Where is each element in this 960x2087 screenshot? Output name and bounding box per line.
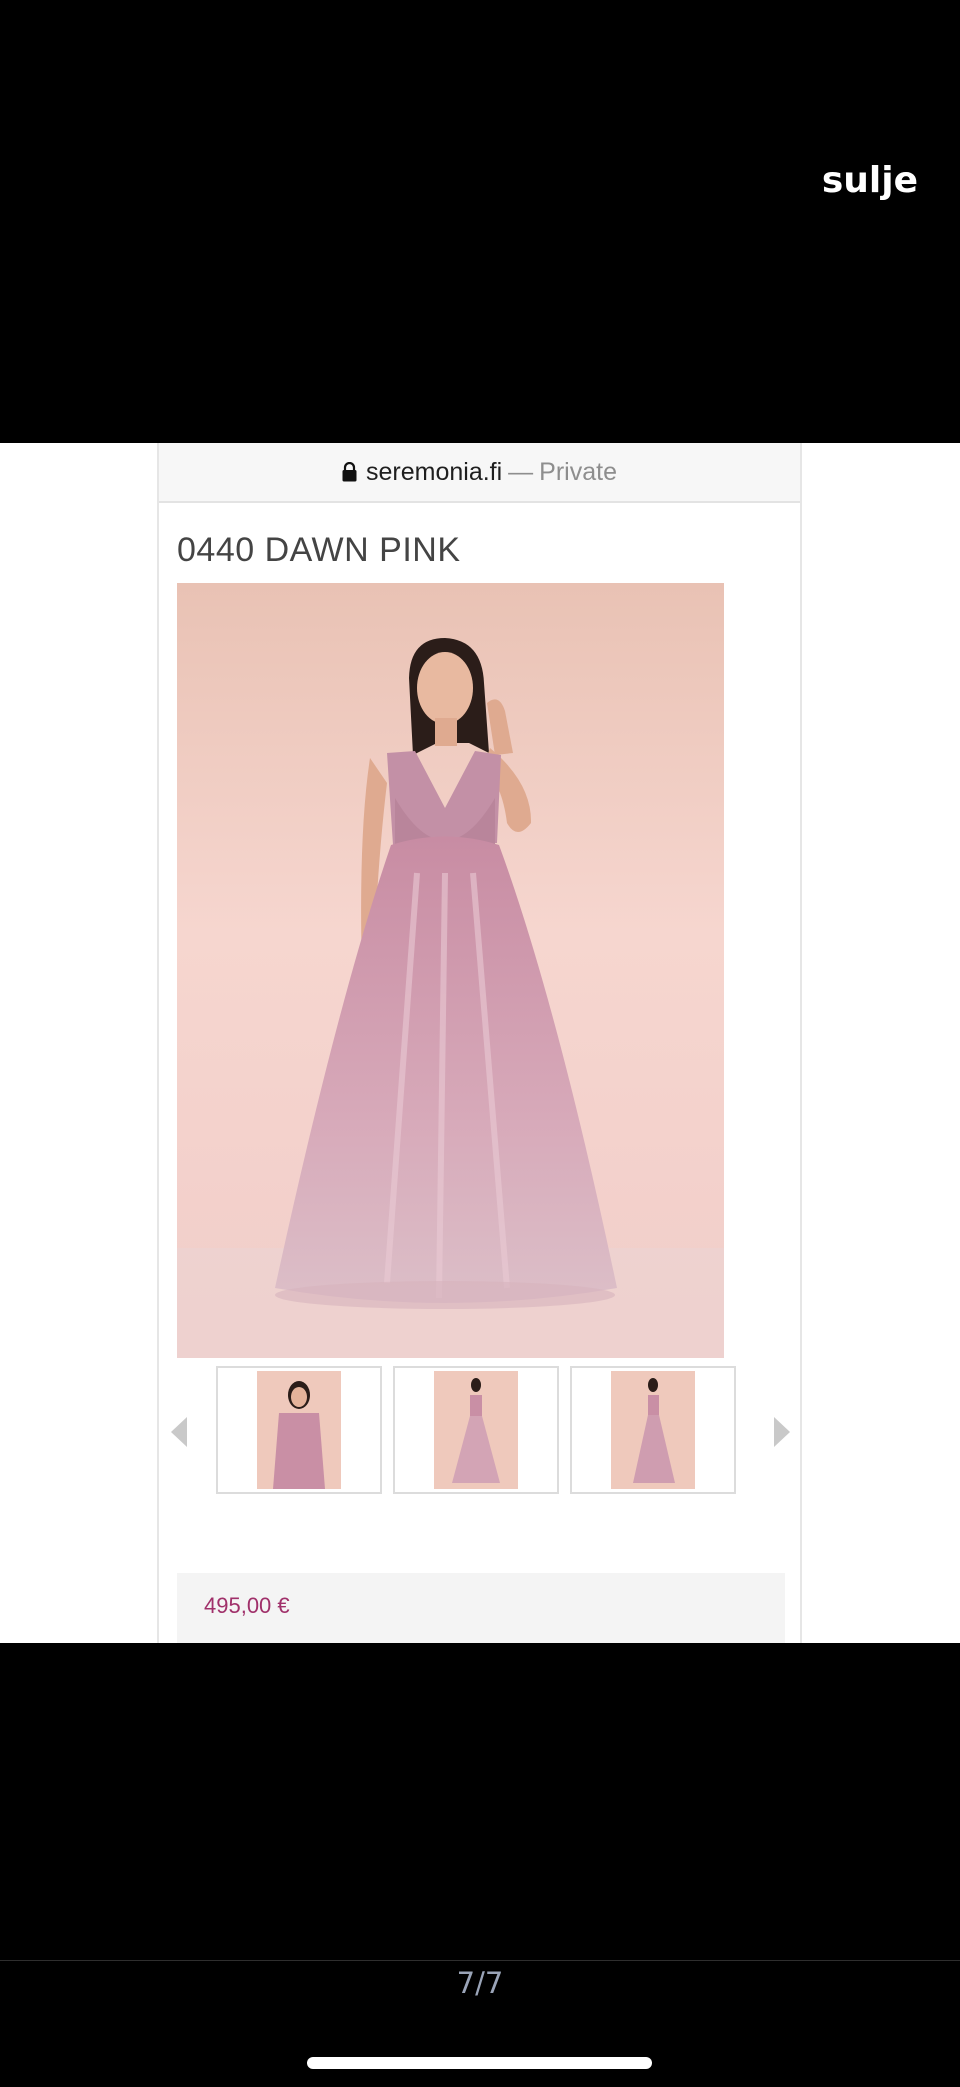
lock-icon [342, 462, 357, 482]
thumbnail-side-full[interactable] [570, 1366, 736, 1494]
previous-image-arrow-icon[interactable] [169, 1415, 189, 1449]
thumbnail-image [257, 1371, 341, 1489]
browser-frame: seremonia.fi — Private 0440 DAWN PINK 49… [157, 443, 802, 1643]
thumbnail-front-closeup[interactable] [216, 1366, 382, 1494]
footer-divider [0, 1960, 960, 1961]
page-counter: 7/7 [456, 1966, 504, 2000]
product-title: 0440 DAWN PINK [177, 531, 461, 569]
private-mode-label: Private [539, 457, 617, 486]
product-main-image[interactable] [177, 583, 724, 1358]
url-domain: seremonia.fi [366, 457, 503, 486]
close-button[interactable]: sulje [822, 160, 918, 201]
thumbnail-front-full[interactable] [393, 1366, 559, 1494]
url-bar[interactable]: seremonia.fi — Private [159, 443, 800, 503]
thumbnail-image [434, 1371, 518, 1489]
thumbnail-image [611, 1371, 695, 1489]
next-image-arrow-icon[interactable] [772, 1415, 792, 1449]
home-indicator[interactable] [307, 2057, 652, 2069]
price-box: 495,00 € [177, 1573, 785, 1643]
product-price: 495,00 € [204, 1593, 290, 1618]
screenshot-image: seremonia.fi — Private 0440 DAWN PINK 49… [0, 443, 960, 1643]
url-separator: — [508, 457, 534, 486]
